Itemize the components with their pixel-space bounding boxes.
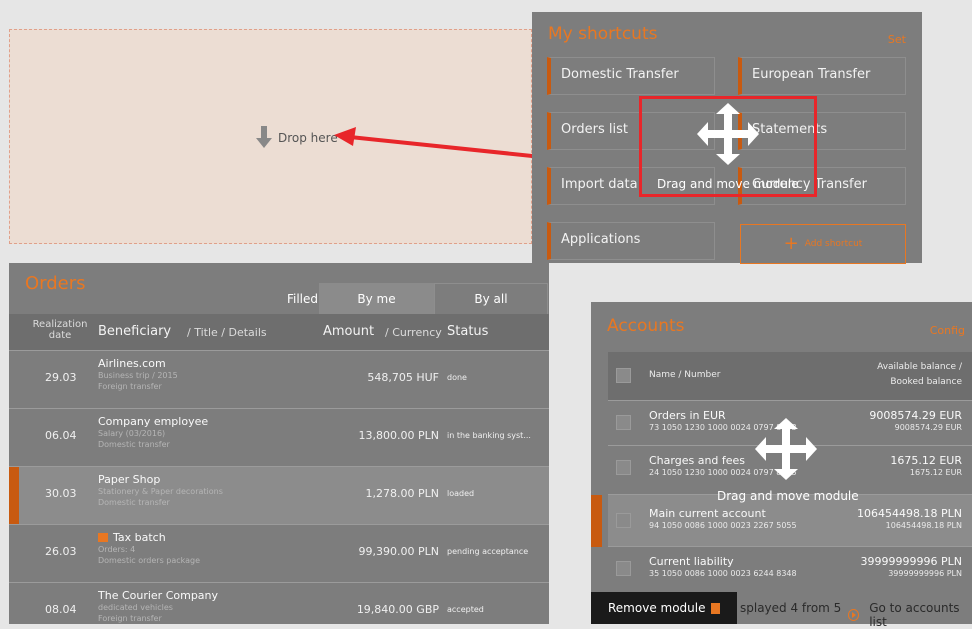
row-title: dedicated vehicles <box>98 603 173 612</box>
row-amount: 19,840.00 GBP <box>356 603 439 616</box>
row-detail: Domestic transfer <box>98 440 170 449</box>
remove-module-label: Remove module <box>608 601 706 615</box>
add-shortcut-button[interactable]: + Add shortcut <box>740 224 906 264</box>
selected-row-marker <box>9 467 19 525</box>
account-booked: 106454498.18 PLN <box>885 521 962 530</box>
header-name-number: Name / Number <box>649 370 721 380</box>
orders-module[interactable]: Orders Filled By me By all Realization d… <box>9 263 549 624</box>
row-amount: 548,705 HUF <box>367 371 439 384</box>
row-status: done <box>447 373 467 382</box>
table-row[interactable]: 08.04 The Courier Company dedicated vehi… <box>9 582 549 624</box>
table-row[interactable]: 06.04 Company employee Salary (03/2016) … <box>9 408 549 466</box>
header-amount[interactable]: Amount <box>323 324 374 339</box>
row-title: Stationery & Paper decorations <box>98 487 223 496</box>
row-title: Orders: 4 <box>98 545 136 554</box>
row-status: pending acceptance <box>447 547 529 556</box>
row-date: 26.03 <box>45 545 77 558</box>
orders-title: Orders <box>25 273 86 294</box>
row-checkbox[interactable] <box>616 415 631 430</box>
row-detail: Domestic orders package <box>98 556 201 565</box>
account-number: 94 1050 0086 1000 0023 2267 5055 <box>649 521 797 530</box>
shortcut-domestic-transfer[interactable]: Domestic Transfer <box>547 57 715 95</box>
trash-icon <box>711 602 721 614</box>
account-number: 35 1050 0086 1000 0023 6244 8348 <box>649 569 797 578</box>
row-date: 30.03 <box>45 487 77 500</box>
row-status: accepted <box>447 605 484 614</box>
accounts-config-link[interactable]: Config <box>930 324 965 337</box>
plus-icon: + <box>783 233 799 254</box>
table-row[interactable]: 29.03 Airlines.com Business trip / 2015 … <box>9 350 549 408</box>
row-beneficiary: Tax batch <box>113 531 166 544</box>
header-beneficiary[interactable]: Beneficiary <box>98 324 171 339</box>
account-name: Orders in EUR <box>649 409 726 422</box>
row-detail: Domestic transfer <box>98 498 170 507</box>
row-beneficiary: Paper Shop <box>98 473 161 486</box>
shortcut-applications[interactable]: Applications <box>547 222 715 260</box>
row-beneficiary: The Courier Company <box>98 589 219 602</box>
row-date: 06.04 <box>45 429 77 442</box>
account-available: 1675.12 EUR <box>890 454 962 467</box>
shortcuts-set-link[interactable]: Set <box>888 33 906 46</box>
play-circle-icon <box>848 609 860 621</box>
account-booked: 1675.12 EUR <box>909 468 962 477</box>
go-to-accounts-label: Go to accounts list <box>869 601 960 629</box>
row-date: 29.03 <box>45 371 77 384</box>
account-booked: 9008574.29 EUR <box>894 423 962 432</box>
row-beneficiary: Company employee <box>98 415 209 428</box>
remove-module-button[interactable]: Remove module <box>591 592 737 624</box>
add-shortcut-label: Add shortcut <box>804 239 863 249</box>
row-detail: Foreign transfer <box>98 382 162 391</box>
account-available: 39999999996 PLN <box>860 555 962 568</box>
row-status: in the banking syst... <box>447 431 531 440</box>
drag-and-move-label: Drag and move module <box>657 177 799 191</box>
orders-table-header: Realization date Beneficiary / Title / D… <box>9 314 549 350</box>
account-name: Main current account <box>649 507 766 520</box>
header-beneficiary-sub: / Title / Details <box>187 326 267 339</box>
table-row-selected[interactable]: 30.03 Paper Shop Stationery & Paper deco… <box>9 466 549 525</box>
row-amount: 99,390.00 PLN <box>358 545 439 558</box>
row-checkbox[interactable] <box>616 561 631 576</box>
header-booked-balance: Booked balance <box>890 377 962 387</box>
table-row[interactable]: 26.03 Tax batch Orders: 4 Domestic order… <box>9 524 549 582</box>
row-date: 08.04 <box>45 603 77 616</box>
row-status: loaded <box>447 489 475 498</box>
tab-filled[interactable]: Filled <box>244 283 318 315</box>
accounts-title: Accounts <box>607 316 685 336</box>
batch-icon <box>98 533 108 542</box>
row-detail: Foreign transfer <box>98 614 162 623</box>
row-amount: 13,800.00 PLN <box>358 429 439 442</box>
accounts-footer: Remove module splayed 4 from 5 Go to acc… <box>591 592 972 629</box>
tab-by-me[interactable]: By me <box>319 283 434 315</box>
move-icon[interactable] <box>755 418 817 480</box>
accounts-table-header: Name / Number Available balance / Booked… <box>608 352 972 400</box>
row-amount: 1,278.00 PLN <box>365 487 439 500</box>
account-available: 106454498.18 PLN <box>857 507 962 520</box>
account-name: Current liability <box>649 555 734 568</box>
account-booked: 39999999996 PLN <box>888 569 962 578</box>
drag-and-move-label: Drag and move module <box>717 489 859 503</box>
shortcut-european-transfer[interactable]: European Transfer <box>738 57 906 95</box>
header-status[interactable]: Status <box>447 324 488 339</box>
account-available: 9008574.29 EUR <box>869 409 962 422</box>
account-row[interactable]: Current liability 35 1050 0086 1000 0023… <box>608 546 972 591</box>
row-title: Salary (03/2016) <box>98 429 166 438</box>
row-beneficiary-cell: Tax batch <box>98 531 166 544</box>
header-amount-sub: / Currency <box>385 326 442 339</box>
tab-by-all[interactable]: By all <box>434 283 548 315</box>
displayed-count: splayed 4 from 5 <box>740 601 842 615</box>
account-name: Charges and fees <box>649 454 746 467</box>
row-title: Business trip / 2015 <box>98 371 178 380</box>
selected-row-marker <box>591 495 602 547</box>
go-to-accounts-link[interactable]: Go to accounts list <box>848 601 972 629</box>
row-beneficiary: Airlines.com <box>98 357 166 370</box>
select-all-checkbox[interactable] <box>616 368 631 383</box>
move-icon[interactable] <box>697 103 759 165</box>
shortcuts-title: My shortcuts <box>548 24 658 44</box>
header-realization-date[interactable]: Realization date <box>31 319 89 341</box>
row-checkbox[interactable] <box>616 513 631 528</box>
row-checkbox[interactable] <box>616 460 631 475</box>
header-available-balance: Available balance / <box>877 362 962 372</box>
